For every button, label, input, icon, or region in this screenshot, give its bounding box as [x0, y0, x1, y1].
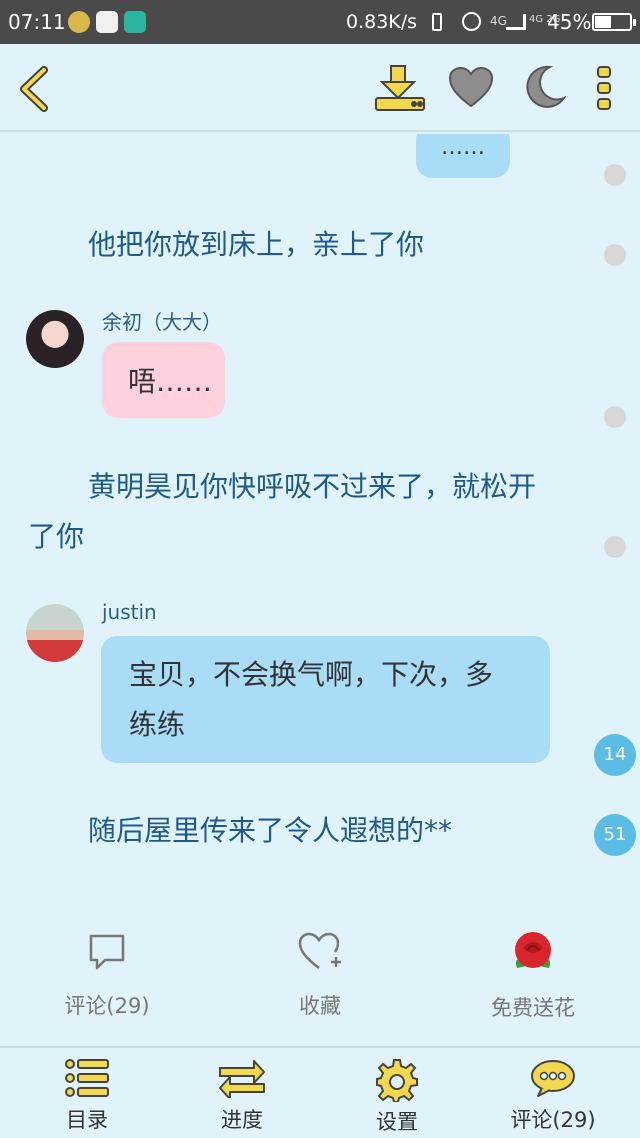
message-bubble[interactable]: 唔……: [102, 342, 225, 418]
comment-action[interactable]: 评论(29): [37, 932, 177, 1020]
comment-label: 评论(29): [64, 994, 150, 1018]
tab-settings[interactable]: 设置: [332, 1058, 462, 1136]
chapter-actions: 评论(29) 收藏 免费送花: [0, 914, 640, 1044]
rose-icon: [515, 932, 551, 968]
narration-line: 黄明昊见你快呼吸不过来了，就松开: [88, 470, 537, 503]
tab-settings-label: 设置: [376, 1110, 418, 1134]
paragraph-comment-count[interactable]: 14: [594, 734, 636, 776]
tab-catalog-label: 目录: [66, 1108, 108, 1132]
avatar[interactable]: [26, 604, 84, 662]
chevron-left-icon[interactable]: [16, 66, 50, 112]
chat-bubble-icon: [531, 1060, 575, 1097]
message-text: 唔……: [128, 365, 213, 398]
scanner-app-icon: [124, 11, 146, 33]
alarm-icon: [462, 12, 481, 31]
network-speed: 0.83K/s: [346, 11, 418, 33]
tab-catalog[interactable]: 目录: [22, 1058, 152, 1134]
narration-line: 他把你放到床上，亲上了你: [88, 228, 425, 261]
message-bubble[interactable]: 宝贝，不会换气啊，下次，多 练练: [101, 636, 550, 763]
status-bar: 07:11 0.83K/s 4G 4G 2G 45%: [0, 0, 640, 44]
paragraph-comment-dot[interactable]: [604, 164, 626, 186]
battery-percentage: 45%: [547, 10, 592, 34]
send-flower-action[interactable]: 免费送花: [463, 928, 603, 1022]
message-text: 宝贝，不会换气啊，下次，多: [129, 658, 494, 691]
tab-progress[interactable]: 进度: [177, 1058, 307, 1134]
narration-line: 了你: [28, 520, 85, 553]
collect-action[interactable]: 收藏: [250, 932, 390, 1020]
paragraph-comment-dot[interactable]: [604, 406, 626, 428]
photo-app-icon: [96, 11, 118, 33]
reader-toolbar: [0, 44, 640, 132]
bottom-tab-bar: 目录 进度 设置 评论(29): [0, 1046, 640, 1138]
paragraph-comment-count[interactable]: 51: [594, 814, 636, 856]
avatar[interactable]: [26, 310, 84, 368]
gear-icon: [376, 1059, 418, 1102]
status-time: 07:11: [8, 10, 66, 34]
partial-message-text: ……: [441, 135, 485, 160]
collect-label: 收藏: [299, 994, 341, 1018]
paragraph-comment-dot[interactable]: [604, 244, 626, 266]
signal-label-1: 4G: [490, 14, 507, 28]
heart-icon[interactable]: [448, 66, 494, 108]
signal-bars-icon: [506, 14, 526, 30]
tab-progress-label: 进度: [221, 1108, 263, 1132]
more-vertical-icon[interactable]: [596, 66, 612, 110]
sender-name: 余初（大大）: [102, 310, 222, 334]
app-notification-icon: [68, 11, 90, 33]
vibrate-icon: [432, 13, 442, 31]
swap-arrows-icon: [219, 1060, 265, 1098]
paragraph-comment-dot[interactable]: [604, 536, 626, 558]
moon-icon[interactable]: [520, 64, 566, 110]
heart-plus-icon: [298, 932, 341, 969]
tab-comments[interactable]: 评论(29): [488, 1058, 618, 1134]
comment-bubble-icon: [89, 934, 125, 970]
send-flower-label: 免费送花: [491, 996, 575, 1020]
message-text: 练练: [129, 708, 186, 741]
tab-comments-label: 评论(29): [510, 1108, 596, 1132]
narration-line: 随后屋里传来了令人遐想的**: [88, 814, 453, 847]
sender-name: justin: [102, 600, 157, 624]
battery-icon: [592, 13, 636, 31]
partial-message-bubble: ……: [416, 134, 510, 178]
story-content: …… 他把你放到床上，亲上了你 余初（大大） 唔…… 黄明昊见你快呼吸不过来了，…: [0, 134, 640, 914]
list-icon: [65, 1059, 109, 1097]
download-icon[interactable]: [374, 64, 426, 112]
